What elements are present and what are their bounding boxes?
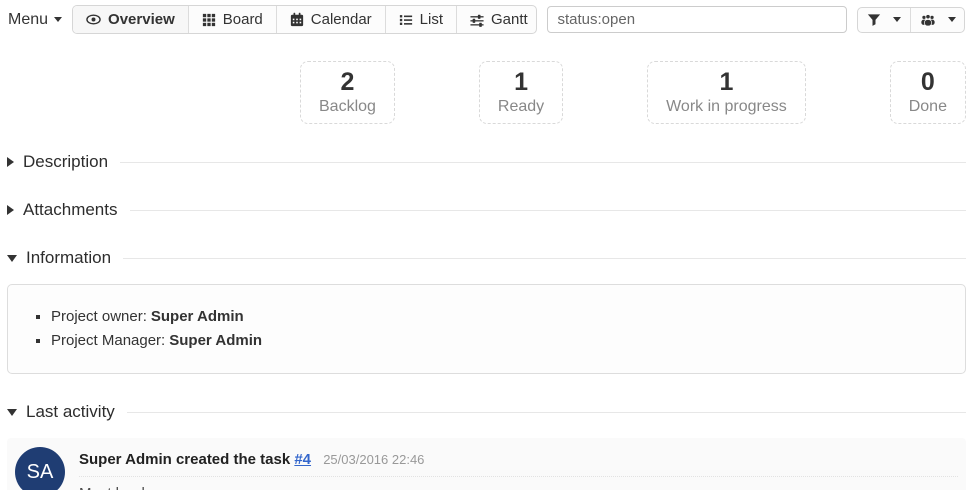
section-divider bbox=[130, 210, 967, 211]
users-dropdown-button[interactable] bbox=[910, 8, 965, 32]
tab-label: Calendar bbox=[311, 11, 372, 28]
chevron-down-icon bbox=[948, 17, 956, 22]
stat-label: Ready bbox=[498, 96, 544, 117]
page-content: Description Attachments Information Proj… bbox=[0, 152, 973, 490]
section-title: Information bbox=[26, 248, 111, 268]
tab-gantt[interactable]: Gantt bbox=[456, 6, 537, 33]
tab-label: Overview bbox=[108, 11, 175, 28]
stat-done: 0 Done bbox=[890, 61, 966, 124]
view-switcher: Overview Board Calendar List Gantt bbox=[72, 5, 537, 34]
tab-board[interactable]: Board bbox=[188, 6, 276, 33]
tab-label: Gantt bbox=[491, 11, 528, 28]
menu-dropdown[interactable]: Menu bbox=[8, 11, 62, 29]
activity-text: Super Admin created the task bbox=[79, 451, 290, 468]
stat-ready: 1 Ready bbox=[479, 61, 563, 124]
section-attachments-toggle[interactable]: Attachments bbox=[7, 200, 966, 220]
tab-label: Board bbox=[223, 11, 263, 28]
section-divider bbox=[120, 162, 966, 163]
stat-count: 0 bbox=[909, 68, 947, 96]
stat-work-in-progress: 1 Work in progress bbox=[647, 61, 806, 124]
activity-event: SA Super Admin created the task #4 25/03… bbox=[7, 438, 966, 490]
activity-event-title: Super Admin created the task #4 25/03/20… bbox=[79, 451, 958, 477]
expanded-arrow-icon bbox=[7, 409, 17, 416]
collapsed-arrow-icon bbox=[7, 205, 14, 215]
chevron-down-icon bbox=[893, 17, 901, 22]
stat-label: Backlog bbox=[319, 96, 376, 117]
section-title: Description bbox=[23, 152, 108, 172]
info-value: Super Admin bbox=[151, 308, 244, 325]
section-last-activity-toggle[interactable]: Last activity bbox=[7, 402, 966, 422]
menu-label: Menu bbox=[8, 11, 48, 29]
tab-overview[interactable]: Overview bbox=[73, 6, 188, 33]
stat-label: Work in progress bbox=[666, 96, 787, 117]
stat-count: 1 bbox=[498, 68, 544, 96]
board-grid-icon bbox=[202, 13, 216, 27]
stat-label: Done bbox=[909, 96, 947, 117]
calendar-icon bbox=[290, 12, 304, 27]
tab-calendar[interactable]: Calendar bbox=[276, 6, 385, 33]
task-link[interactable]: #4 bbox=[294, 451, 311, 468]
section-title: Last activity bbox=[26, 402, 115, 422]
activity-event-body: Super Admin created the task #4 25/03/20… bbox=[79, 447, 958, 490]
avatar: SA bbox=[15, 447, 65, 490]
section-information-toggle[interactable]: Information bbox=[7, 248, 966, 268]
expanded-arrow-icon bbox=[7, 255, 17, 262]
info-label: Project owner: bbox=[51, 308, 147, 325]
info-value: Super Admin bbox=[169, 332, 262, 349]
stat-count: 1 bbox=[666, 68, 787, 96]
section-description-toggle[interactable]: Description bbox=[7, 152, 966, 172]
tab-label: List bbox=[420, 11, 443, 28]
eye-icon bbox=[86, 12, 101, 27]
column-stats: 2 Backlog 1 Ready 1 Work in progress 0 D… bbox=[300, 61, 966, 124]
stat-backlog: 2 Backlog bbox=[300, 61, 395, 124]
chevron-down-icon bbox=[54, 17, 62, 22]
list-icon bbox=[399, 13, 413, 27]
section-divider bbox=[127, 412, 966, 413]
information-panel: Project owner:Super Admin Project Manage… bbox=[7, 284, 966, 374]
tab-list[interactable]: List bbox=[385, 6, 456, 33]
section-title: Attachments bbox=[23, 200, 118, 220]
information-list: Project owner:Super Admin Project Manage… bbox=[23, 305, 950, 353]
toolbar: Menu Overview Board Calendar List bbox=[0, 0, 973, 39]
collapsed-arrow-icon bbox=[7, 157, 14, 167]
activity-description: Must be done soon bbox=[79, 485, 958, 490]
list-item: Project Manager:Super Admin bbox=[51, 329, 950, 353]
search-input[interactable] bbox=[547, 6, 846, 33]
filter-funnel-icon bbox=[867, 13, 881, 27]
stat-count: 2 bbox=[319, 68, 376, 96]
filter-dropdown-button[interactable] bbox=[858, 8, 910, 32]
sliders-icon bbox=[470, 13, 484, 27]
info-label: Project Manager: bbox=[51, 332, 165, 349]
filter-dropdowns bbox=[857, 7, 965, 33]
users-group-icon bbox=[920, 13, 936, 27]
activity-date: 25/03/2016 22:46 bbox=[323, 452, 424, 467]
list-item: Project owner:Super Admin bbox=[51, 305, 950, 329]
section-divider bbox=[123, 258, 966, 259]
